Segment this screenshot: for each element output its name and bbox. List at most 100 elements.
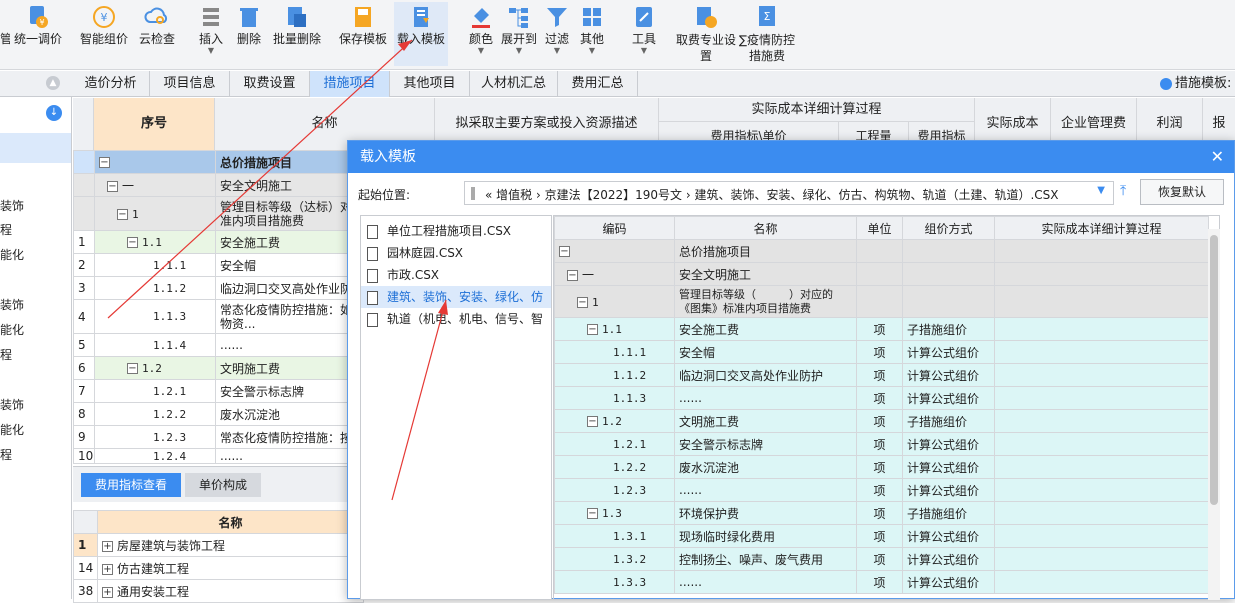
collapse-icon[interactable]: − bbox=[127, 237, 138, 248]
header-method[interactable]: 组价方式 bbox=[902, 216, 995, 240]
batch-delete-button[interactable]: 批量删除 bbox=[270, 2, 324, 66]
load-template-button[interactable]: 载入模板 bbox=[394, 2, 448, 66]
delete-button[interactable]: 删除 bbox=[232, 2, 266, 66]
table-row[interactable]: 1.1.2 临边洞口交叉高处作业防护项计算公式组价 bbox=[554, 363, 1209, 387]
collapse-icon[interactable]: − bbox=[587, 416, 598, 427]
collapse-icon[interactable]: − bbox=[567, 269, 578, 281]
header-code[interactable]: 编码 bbox=[554, 216, 675, 240]
scrollbar-thumb[interactable] bbox=[1210, 235, 1218, 505]
cloud-check-button[interactable]: 云检查 bbox=[136, 2, 178, 66]
list-item[interactable]: 轨道（机电、机电、信号、智 bbox=[367, 308, 543, 330]
table-row[interactable]: −1 管理目标等级（ ）对应的《图集》标准内项目措施费 bbox=[554, 285, 1209, 318]
table-row[interactable]: 14 + 仿古建筑工程 bbox=[73, 556, 364, 580]
filter-button[interactable]: 过滤 ▼ bbox=[542, 2, 572, 66]
collapse-icon[interactable]: − bbox=[587, 508, 598, 519]
table-row[interactable]: 8 1.2.2 废水沉淀池 bbox=[73, 402, 364, 426]
expand-to-button[interactable]: 展开到 ▼ bbox=[500, 2, 538, 66]
collapse-up-icon[interactable]: ▲ bbox=[46, 76, 60, 90]
table-row[interactable]: 10 1.2.4...... bbox=[73, 448, 364, 464]
tab-cost-analysis[interactable]: 造价分析 bbox=[72, 71, 150, 97]
expand-icon[interactable]: + bbox=[102, 586, 113, 598]
tab-fee-index-view[interactable]: 费用指标查看 bbox=[81, 473, 181, 497]
left-item[interactable]: 能化 bbox=[0, 421, 24, 438]
left-item[interactable]: 装饰 bbox=[0, 197, 24, 214]
left-item[interactable]: 程 bbox=[0, 221, 12, 238]
table-row[interactable]: −1.3 环境保护费项子措施组价 bbox=[554, 501, 1209, 525]
table-row[interactable]: 1.1.3...... 项计算公式组价 bbox=[554, 386, 1209, 410]
expand-icon[interactable]: + bbox=[102, 563, 113, 575]
table-row[interactable]: − 一 安全文明施工 bbox=[73, 173, 364, 197]
table-row[interactable]: 9 1.2.3 常态化疫情防控措施：按 bbox=[73, 425, 364, 449]
tab-project-info[interactable]: 项目信息 bbox=[150, 71, 230, 97]
collapse-icon[interactable]: − bbox=[587, 324, 598, 335]
partial-button[interactable]: 管 bbox=[0, 2, 10, 66]
table-row[interactable]: 1.2.1 安全警示标志牌项计算公式组价 bbox=[554, 432, 1209, 456]
header-unit[interactable]: 单位 bbox=[856, 216, 903, 240]
tab-labor-material-summary[interactable]: 人材机汇总 bbox=[470, 71, 558, 97]
chevron-down-icon[interactable]: ▼ bbox=[1097, 185, 1105, 196]
table-row[interactable]: 1.3.2 控制扬尘、噪声、废气费用项计算公式组价 bbox=[554, 547, 1209, 571]
header-actual-process[interactable]: 实际成本详细计算过程 bbox=[659, 98, 975, 122]
table-row[interactable]: 3 1.1.2 临边洞口交叉高处作业防 bbox=[73, 276, 364, 300]
left-item[interactable]: 程 bbox=[0, 346, 12, 363]
collapse-icon[interactable]: − bbox=[117, 208, 128, 220]
left-item[interactable]: 装饰 bbox=[0, 296, 24, 313]
left-item[interactable]: 能化 bbox=[0, 246, 24, 263]
color-button[interactable]: 颜色 ▼ bbox=[466, 2, 496, 66]
path-select[interactable]: « 增值税 › 京建法【2022】190号文 › 建筑、装饰、安装、绿化、仿古、… bbox=[464, 181, 1114, 205]
list-item[interactable]: 市政.CSX bbox=[367, 264, 439, 286]
table-row[interactable]: −1 管理目标等级（达标）对准内项目措施费 bbox=[73, 196, 364, 231]
header-actual-process[interactable]: 实际成本详细计算过程 bbox=[994, 216, 1209, 240]
collapse-icon[interactable]: − bbox=[127, 363, 138, 374]
fee-settings-button[interactable]: 取费专业设置 bbox=[676, 2, 736, 66]
table-row[interactable]: 1 −1.1 安全施工费 bbox=[73, 230, 364, 254]
list-item[interactable]: 单位工程措施项目.CSX bbox=[367, 220, 511, 242]
tools-button[interactable]: 工具 ▼ bbox=[628, 2, 660, 66]
table-row[interactable]: 1.2.3...... 项计算公式组价 bbox=[554, 478, 1209, 502]
table-row[interactable]: 1.3.3...... 项计算公式组价 bbox=[554, 570, 1209, 594]
collapse-icon[interactable]: − bbox=[577, 296, 588, 308]
table-row[interactable]: 6 −1.2 文明施工费 bbox=[73, 356, 364, 380]
vertical-scrollbar[interactable] bbox=[1208, 229, 1220, 600]
header-name[interactable]: 名称 bbox=[674, 216, 857, 240]
table-row[interactable]: 7 1.2.1 安全警示标志牌 bbox=[73, 379, 364, 403]
table-row[interactable]: − 总价措施项目 bbox=[73, 150, 364, 174]
save-template-button[interactable]: 保存模板 bbox=[336, 2, 390, 66]
table-row[interactable]: 1.1.1 安全帽项计算公式组价 bbox=[554, 340, 1209, 364]
tab-other-items[interactable]: 其他项目 bbox=[390, 71, 470, 97]
collapse-icon[interactable]: − bbox=[99, 157, 110, 168]
insert-button[interactable]: 插入 ▼ bbox=[194, 2, 228, 66]
collapse-icon[interactable]: − bbox=[559, 246, 570, 257]
list-item[interactable]: 园林庭园.CSX bbox=[367, 242, 463, 264]
left-item[interactable]: 能化 bbox=[0, 321, 24, 338]
tab-fee-summary[interactable]: 费用汇总 bbox=[558, 71, 638, 97]
table-row[interactable]: 2 1.1.1 安全帽 bbox=[73, 253, 364, 277]
up-arrow-icon[interactable]: ⤒ bbox=[1120, 183, 1126, 199]
measure-template-label[interactable]: 措施模板: bbox=[1160, 71, 1231, 97]
table-row[interactable]: 4 1.1.3 常态化疫情防控措施：如物资... bbox=[73, 299, 364, 334]
table-row[interactable]: 5 1.1.4...... bbox=[73, 333, 364, 357]
header-seq[interactable]: 序号 bbox=[94, 98, 215, 150]
header-name[interactable]: 名称 bbox=[97, 510, 364, 534]
unified-price-button[interactable]: ¥ 统一调价 bbox=[12, 2, 64, 66]
other-button[interactable]: 其他 ▼ bbox=[576, 2, 608, 66]
list-item-selected[interactable]: 建筑、装饰、安装、绿化、仿 bbox=[361, 286, 551, 308]
table-row[interactable]: − 总价措施项目 bbox=[554, 239, 1209, 263]
reset-default-button[interactable]: 恢复默认 bbox=[1140, 179, 1224, 205]
left-item[interactable]: 装饰 bbox=[0, 396, 24, 413]
tab-measures[interactable]: 措施项目 bbox=[310, 71, 390, 97]
left-item[interactable]: 程 bbox=[0, 446, 12, 463]
smart-pricing-button[interactable]: ¥ 智能组价 bbox=[78, 2, 130, 66]
expand-icon[interactable]: + bbox=[102, 540, 113, 552]
close-icon[interactable]: ✕ bbox=[1211, 141, 1224, 173]
collapse-icon[interactable]: − bbox=[107, 180, 118, 192]
table-row[interactable]: − 一安全文明施工 bbox=[554, 262, 1209, 286]
table-row[interactable]: 1.2.2 废水沉淀池项计算公式组价 bbox=[554, 455, 1209, 479]
download-icon[interactable]: ↓ bbox=[46, 105, 62, 121]
table-row[interactable]: 1 + 房屋建筑与装饰工程 bbox=[73, 533, 364, 557]
tab-unit-price-composition[interactable]: 单价构成 bbox=[185, 473, 261, 497]
table-row[interactable]: 38 + 通用安装工程 bbox=[73, 579, 364, 603]
left-selected-row[interactable] bbox=[0, 133, 71, 163]
tab-fee-settings[interactable]: 取费设置 bbox=[230, 71, 310, 97]
table-row[interactable]: −1.2 文明施工费项子措施组价 bbox=[554, 409, 1209, 433]
